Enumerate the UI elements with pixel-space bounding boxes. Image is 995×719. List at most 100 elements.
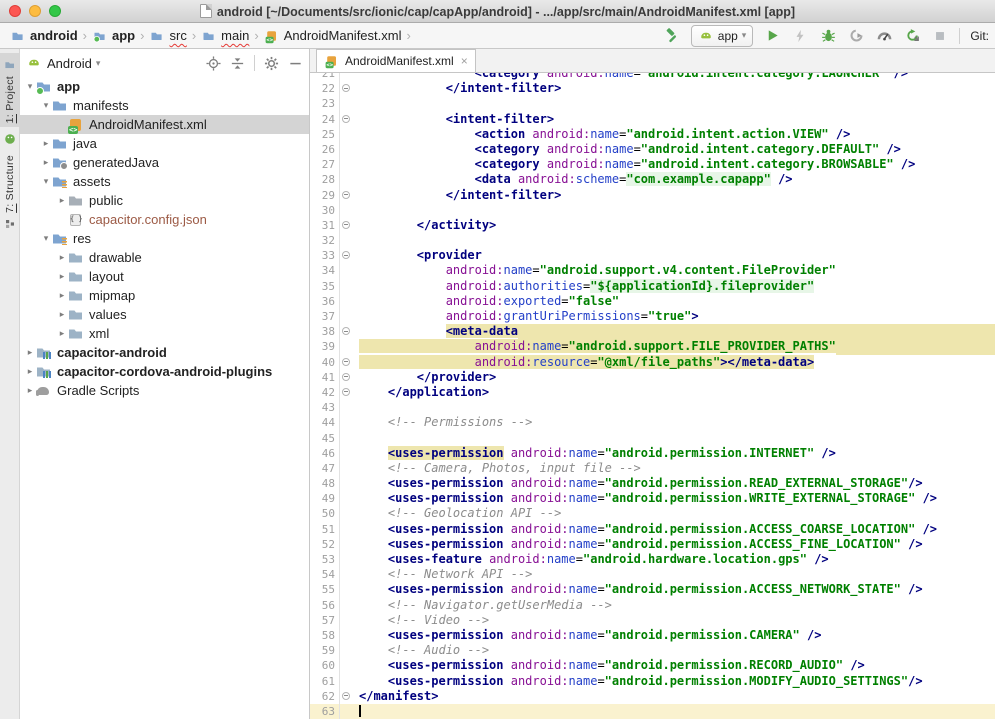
code-line-27[interactable]: 27 <category android:name="android.inten…	[310, 157, 995, 172]
breadcrumb-app[interactable]: app	[90, 28, 137, 44]
tree-down-arrow-icon[interactable]: ▾	[24, 81, 36, 92]
tree-down-arrow-icon[interactable]: ▾	[40, 100, 52, 111]
breadcrumb-src[interactable]: src	[147, 28, 188, 44]
breadcrumb-manifest-file[interactable]: AndroidManifest.xml	[262, 28, 404, 44]
breadcrumb-android[interactable]: android	[8, 28, 80, 44]
tree-right-arrow-icon[interactable]: ▸	[56, 195, 68, 206]
tree-down-arrow-icon[interactable]: ▾	[40, 176, 52, 187]
code-line-48[interactable]: 48 <uses-permission android:name="androi…	[310, 476, 995, 491]
code-line-56[interactable]: 56 <!-- Navigator.getUserMedia -->	[310, 598, 995, 613]
tree-item-layout[interactable]: ▸layout	[20, 267, 309, 286]
fold-region-icon[interactable]	[342, 84, 350, 92]
code-line-55[interactable]: 55 <uses-permission android:name="androi…	[310, 582, 995, 597]
tree-item-generatedjava[interactable]: ▸generatedJava	[20, 153, 309, 172]
profiler-gauge-icon[interactable]	[875, 27, 893, 45]
code-line-57[interactable]: 57 <!-- Video -->	[310, 613, 995, 628]
build-variants-tool-button[interactable]	[0, 127, 19, 151]
code-line-51[interactable]: 51 <uses-permission android:name="androi…	[310, 522, 995, 537]
code-line-26[interactable]: 26 <category android:name="android.inten…	[310, 142, 995, 157]
build-hammer-icon[interactable]	[663, 27, 681, 45]
tree-item-java[interactable]: ▸java	[20, 134, 309, 153]
code-line-41[interactable]: 41 </provider>	[310, 370, 995, 385]
code-line-28[interactable]: 28 <data android:scheme="com.example.cap…	[310, 172, 995, 187]
editor-tab-androidmanifest[interactable]: AndroidManifest.xml ×	[316, 49, 476, 72]
fold-region-icon[interactable]	[342, 373, 350, 381]
code-line-46[interactable]: 46 <uses-permission android:name="androi…	[310, 446, 995, 461]
close-tab-icon[interactable]: ×	[461, 54, 468, 68]
tree-right-arrow-icon[interactable]: ▸	[56, 290, 68, 301]
tree-right-arrow-icon[interactable]: ▸	[56, 271, 68, 282]
code-line-22[interactable]: 22 </intent-filter>	[310, 81, 995, 96]
locate-icon[interactable]	[206, 56, 221, 71]
tree-item-assets[interactable]: ▾assets	[20, 172, 309, 191]
run-configuration-select[interactable]: app ▾	[691, 25, 754, 47]
gradle-sync-icon[interactable]	[903, 27, 921, 45]
project-view-selector[interactable]: Android	[47, 56, 92, 71]
apply-changes-lightning-icon[interactable]	[791, 27, 809, 45]
tree-item-drawable[interactable]: ▸drawable	[20, 248, 309, 267]
tree-item-capacitor-cordova-android-plugins[interactable]: ▸capacitor-cordova-android-plugins	[20, 362, 309, 381]
tree-down-arrow-icon[interactable]: ▾	[40, 233, 52, 244]
collapse-all-icon[interactable]	[230, 56, 245, 71]
code-line-29[interactable]: 29 </intent-filter>	[310, 188, 995, 203]
code-line-24[interactable]: 24 <intent-filter>	[310, 112, 995, 127]
tree-item-mipmap[interactable]: ▸mipmap	[20, 286, 309, 305]
code-line-23[interactable]: 23	[310, 96, 995, 111]
tree-right-arrow-icon[interactable]: ▸	[56, 252, 68, 263]
tree-right-arrow-icon[interactable]: ▸	[56, 309, 68, 320]
debug-bug-icon[interactable]	[819, 27, 837, 45]
tree-item-manifests[interactable]: ▾manifests	[20, 96, 309, 115]
tree-item-app[interactable]: ▾app	[20, 77, 309, 96]
tree-right-arrow-icon[interactable]: ▸	[24, 347, 36, 358]
code-line-34[interactable]: 34 android:name="android.support.v4.cont…	[310, 263, 995, 278]
tree-right-arrow-icon[interactable]: ▸	[24, 385, 36, 396]
code-line-52[interactable]: 52 <uses-permission android:name="androi…	[310, 537, 995, 552]
code-line-42[interactable]: 42 </application>	[310, 385, 995, 400]
code-line-40[interactable]: 40 android:resource="@xml/file_paths"></…	[310, 355, 995, 370]
project-tool-button[interactable]: 1: Project	[0, 53, 19, 127]
editor-viewport[interactable]: 21 <category android:name="android.inten…	[310, 73, 995, 719]
tree-right-arrow-icon[interactable]: ▸	[40, 157, 52, 168]
stop-icon[interactable]	[931, 27, 949, 45]
tree-item-xml[interactable]: ▸xml	[20, 324, 309, 343]
code-line-60[interactable]: 60 <uses-permission android:name="androi…	[310, 658, 995, 673]
fold-region-icon[interactable]	[342, 388, 350, 396]
code-line-35[interactable]: 35 android:authorities="${applicationId}…	[310, 279, 995, 294]
code-line-21[interactable]: 21 <category android:name="android.inten…	[310, 73, 995, 81]
tree-item-public[interactable]: ▸public	[20, 191, 309, 210]
attach-debugger-icon[interactable]	[847, 27, 865, 45]
fold-region-icon[interactable]	[342, 191, 350, 199]
code-line-58[interactable]: 58 <uses-permission android:name="androi…	[310, 628, 995, 643]
fold-region-icon[interactable]	[342, 692, 350, 700]
code-line-63[interactable]: 63	[310, 704, 995, 719]
code-line-36[interactable]: 36 android:exported="false"	[310, 294, 995, 309]
settings-gear-icon[interactable]	[264, 56, 279, 71]
code-line-44[interactable]: 44 <!-- Permissions -->	[310, 415, 995, 430]
code-line-49[interactable]: 49 <uses-permission android:name="androi…	[310, 491, 995, 506]
code-line-62[interactable]: 62</manifest>	[310, 689, 995, 704]
fold-region-icon[interactable]	[342, 358, 350, 366]
code-line-50[interactable]: 50 <!-- Geolocation API -->	[310, 506, 995, 521]
run-play-icon[interactable]	[763, 27, 781, 45]
code-line-33[interactable]: 33 <provider	[310, 248, 995, 263]
code-line-39[interactable]: 39 android:name="android.support.FILE_PR…	[310, 339, 995, 354]
code-line-30[interactable]: 30	[310, 203, 995, 218]
code-line-38[interactable]: 38 <meta-data	[310, 324, 995, 339]
fold-region-icon[interactable]	[342, 115, 350, 123]
tree-item-capacitor-config-json[interactable]: capacitor.config.json	[20, 210, 309, 229]
code-line-45[interactable]: 45	[310, 431, 995, 446]
tree-right-arrow-icon[interactable]: ▸	[56, 328, 68, 339]
tree-item-values[interactable]: ▸values	[20, 305, 309, 324]
code-line-47[interactable]: 47 <!-- Camera, Photos, input file -->	[310, 461, 995, 476]
fold-region-icon[interactable]	[342, 221, 350, 229]
code-line-32[interactable]: 32	[310, 233, 995, 248]
code-line-59[interactable]: 59 <!-- Audio -->	[310, 643, 995, 658]
breadcrumb-main[interactable]: main	[199, 28, 251, 44]
structure-tool-button[interactable]: 7: Structure	[0, 151, 19, 236]
tree-right-arrow-icon[interactable]: ▸	[24, 366, 36, 377]
fold-region-icon[interactable]	[342, 251, 350, 259]
code-line-61[interactable]: 61 <uses-permission android:name="androi…	[310, 674, 995, 689]
tree-item-res[interactable]: ▾res	[20, 229, 309, 248]
code-line-31[interactable]: 31 </activity>	[310, 218, 995, 233]
code-line-25[interactable]: 25 <action android:name="android.intent.…	[310, 127, 995, 142]
